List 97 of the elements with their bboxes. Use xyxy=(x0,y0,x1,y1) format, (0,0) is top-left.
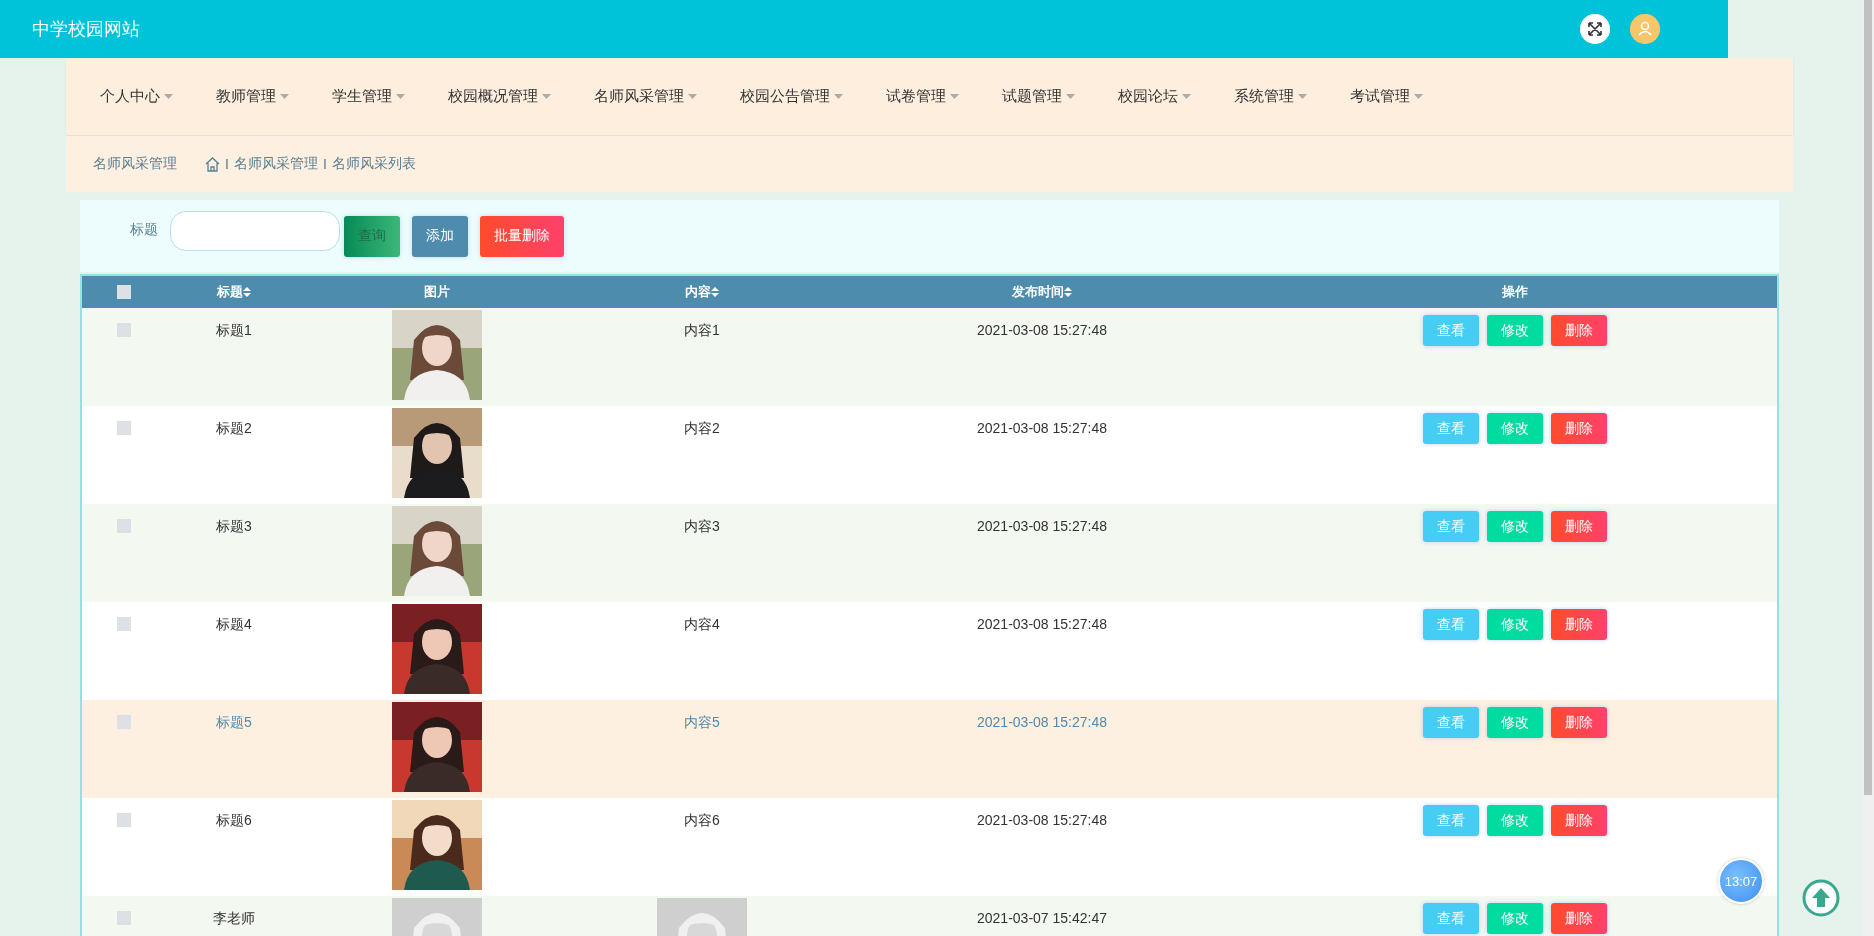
table-row[interactable]: 标题5 内容5 2021-03-08 15:27:48 查看 修改 删除 xyxy=(82,700,1777,798)
nav-menu-item[interactable]: 教师管理 xyxy=(194,87,310,106)
content-cell: 内容3 xyxy=(684,518,720,536)
table-row[interactable]: 标题4 内容4 2021-03-08 15:27:48 查看 修改 删除 xyxy=(82,602,1777,700)
title-cell: 标题6 xyxy=(216,812,252,830)
site-title: 中学校园网站 xyxy=(32,18,141,41)
edit-button[interactable]: 修改 xyxy=(1486,903,1543,934)
title-cell: 标题4 xyxy=(216,616,252,634)
column-header[interactable]: 内容 xyxy=(685,283,711,301)
column-header[interactable]: 标题 xyxy=(217,283,243,301)
page-title: 名师风采管理 xyxy=(93,155,177,173)
content-cell: 内容1 xyxy=(684,322,720,340)
row-checkbox[interactable] xyxy=(117,617,131,631)
title-cell: 标题2 xyxy=(216,420,252,438)
table-row[interactable]: 李老师 2021-03-07 15:42:47 查看 修改 删除 xyxy=(82,896,1777,936)
time-cell: 2021-03-08 15:27:48 xyxy=(977,812,1107,828)
nav-menu-item[interactable]: 校园论坛 xyxy=(1096,87,1212,106)
nav-menu-item[interactable]: 系统管理 xyxy=(1212,87,1328,106)
view-button[interactable]: 查看 xyxy=(1422,805,1479,836)
nav-menu-item[interactable]: 试卷管理 xyxy=(864,87,980,106)
nav-menu-item[interactable]: 考试管理 xyxy=(1328,87,1444,106)
caret-icon xyxy=(950,93,959,100)
delete-button[interactable]: 删除 xyxy=(1550,413,1607,444)
delete-button[interactable]: 删除 xyxy=(1550,609,1607,640)
title-cell: 李老师 xyxy=(213,910,255,928)
edit-button[interactable]: 修改 xyxy=(1486,609,1543,640)
row-checkbox[interactable] xyxy=(117,715,131,729)
view-button[interactable]: 查看 xyxy=(1422,903,1479,934)
edit-button[interactable]: 修改 xyxy=(1486,315,1543,346)
sort-icon[interactable] xyxy=(243,287,251,297)
nav-menu-item[interactable]: 学生管理 xyxy=(310,87,426,106)
delete-button[interactable]: 删除 xyxy=(1550,805,1607,836)
breadcrumb-separator: I xyxy=(322,156,327,172)
fullscreen-icon[interactable] xyxy=(1580,14,1610,44)
content-cell: 内容5 xyxy=(684,714,720,732)
caret-icon xyxy=(542,93,551,100)
view-button[interactable]: 查看 xyxy=(1422,707,1479,738)
nav-menu-item[interactable]: 校园公告管理 xyxy=(718,87,864,106)
caret-icon xyxy=(1182,93,1191,100)
select-all-checkbox[interactable] xyxy=(117,285,131,299)
title-cell: 标题5 xyxy=(216,714,252,732)
avatar-icon[interactable] xyxy=(1630,14,1660,44)
row-checkbox[interactable] xyxy=(117,813,131,827)
column-header[interactable]: 发布时间 xyxy=(1012,283,1064,301)
caret-icon xyxy=(164,93,173,100)
delete-button[interactable]: 批量删除 xyxy=(480,215,564,257)
add-button[interactable]: 添加 xyxy=(412,215,468,257)
table-row[interactable]: 标题3 内容3 2021-03-08 15:27:48 查看 修改 删除 xyxy=(82,504,1777,602)
caret-icon xyxy=(280,93,289,100)
content-cell: 内容6 xyxy=(684,812,720,830)
edit-button[interactable]: 修改 xyxy=(1486,805,1543,836)
delete-button[interactable]: 删除 xyxy=(1550,707,1607,738)
field-label: 标题 xyxy=(130,221,158,239)
title-cell: 标题1 xyxy=(216,322,252,340)
view-button[interactable]: 查看 xyxy=(1422,315,1479,346)
caret-icon xyxy=(1066,93,1075,100)
row-checkbox[interactable] xyxy=(117,421,131,435)
scrollbar[interactable] xyxy=(1862,0,1874,936)
table-row[interactable]: 标题1 内容1 2021-03-08 15:27:48 查看 修改 删除 xyxy=(82,308,1777,406)
breadcrumb-link[interactable]: 名师风采列表 xyxy=(331,155,416,173)
breadcrumb-separator: I xyxy=(225,156,229,172)
edit-button[interactable]: 修改 xyxy=(1486,511,1543,542)
edit-button[interactable]: 修改 xyxy=(1486,413,1543,444)
time-cell: 2021-03-08 15:27:48 xyxy=(977,420,1107,436)
back-to-top-icon[interactable] xyxy=(1802,879,1840,917)
content-cell: 内容2 xyxy=(684,420,720,438)
time-cell: 2021-03-08 15:27:48 xyxy=(977,518,1107,534)
caret-icon xyxy=(1298,93,1307,100)
delete-button[interactable]: 删除 xyxy=(1550,315,1607,346)
caret-icon xyxy=(834,93,843,100)
time-cell: 2021-03-07 15:42:47 xyxy=(977,910,1107,926)
nav-menu-item[interactable]: 名师风采管理 xyxy=(572,87,718,106)
delete-button[interactable]: 删除 xyxy=(1550,903,1607,934)
sort-icon[interactable] xyxy=(711,287,719,297)
content-cell: 内容4 xyxy=(684,616,720,634)
caret-icon xyxy=(688,93,697,100)
nav-menu-item[interactable]: 试题管理 xyxy=(980,87,1096,106)
nav-menu-item[interactable]: 校园概况管理 xyxy=(426,87,572,106)
title-cell: 标题3 xyxy=(216,518,252,536)
delete-button[interactable]: 删除 xyxy=(1550,511,1607,542)
view-button[interactable]: 查看 xyxy=(1422,413,1479,444)
caret-icon xyxy=(396,93,405,100)
nav-menu-item[interactable]: 个人中心 xyxy=(78,87,194,106)
table-row[interactable]: 标题2 内容2 2021-03-08 15:27:48 查看 修改 删除 xyxy=(82,406,1777,504)
caret-icon xyxy=(1414,93,1423,100)
view-button[interactable]: 查看 xyxy=(1422,609,1479,640)
column-header: 操作 xyxy=(1501,283,1528,301)
home-icon[interactable] xyxy=(205,156,220,172)
breadcrumb-link[interactable]: 名师风采管理 xyxy=(233,155,318,173)
time-cell: 2021-03-08 15:27:48 xyxy=(977,322,1107,338)
view-button[interactable]: 查看 xyxy=(1422,511,1479,542)
column-header: 图片 xyxy=(424,283,450,301)
time-cell: 2021-03-08 15:27:48 xyxy=(977,616,1107,632)
time-cell: 2021-03-08 15:27:48 xyxy=(977,714,1107,730)
title-input-field[interactable] xyxy=(170,211,340,251)
edit-button[interactable]: 修改 xyxy=(1486,707,1543,738)
sort-icon[interactable] xyxy=(1064,287,1072,297)
